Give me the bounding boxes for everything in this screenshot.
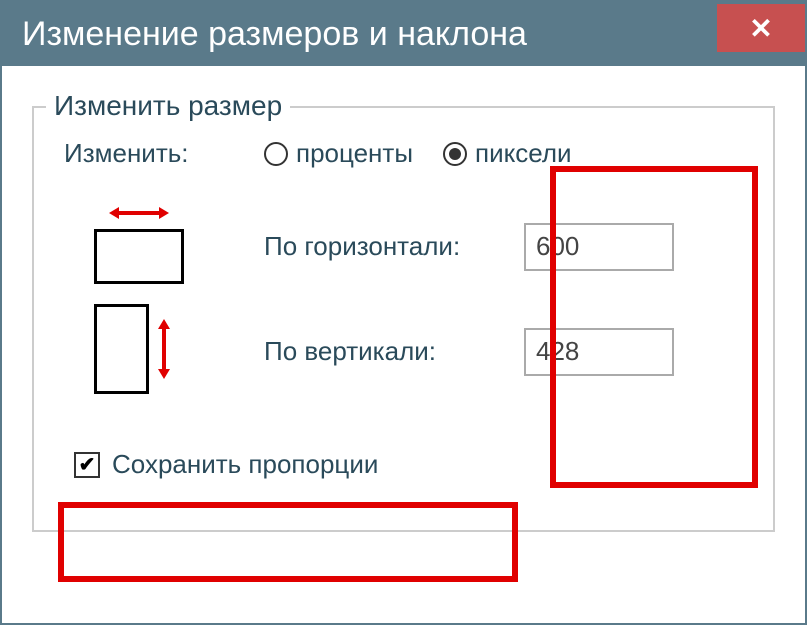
vertical-label: По вертикали: xyxy=(264,336,524,367)
unit-radio-group: проценты пиксели xyxy=(264,138,572,169)
horizontal-arrow-icon xyxy=(109,205,169,221)
vertical-icon-col xyxy=(64,304,264,399)
vertical-row: По вертикали: xyxy=(64,304,743,399)
keep-aspect-checkbox[interactable]: ✔ xyxy=(74,452,100,478)
radio-pixels[interactable]: пиксели xyxy=(443,138,572,169)
radio-pixels-label: пиксели xyxy=(475,138,572,169)
keep-aspect-row[interactable]: ✔ Сохранить пропорции xyxy=(64,439,743,490)
close-icon: ✕ xyxy=(749,12,772,45)
resize-legend: Изменить размер xyxy=(46,90,290,122)
radio-percent[interactable]: проценты xyxy=(264,138,413,169)
resize-fieldset: Изменить размер Изменить: проценты пиксе… xyxy=(32,106,775,532)
units-row: Изменить: проценты пиксели xyxy=(64,138,743,169)
horizontal-label: По горизонтали: xyxy=(264,231,524,262)
radio-icon xyxy=(264,142,288,166)
radio-percent-label: проценты xyxy=(296,138,413,169)
change-label: Изменить: xyxy=(64,138,264,169)
titlebar: Изменение размеров и наклона ✕ xyxy=(2,2,805,66)
horizontal-input[interactable] xyxy=(524,223,674,271)
vertical-rect-icon xyxy=(94,304,149,394)
vertical-input[interactable] xyxy=(524,328,674,376)
horizontal-row: По горизонтали: xyxy=(64,209,743,284)
radio-icon xyxy=(443,142,467,166)
vertical-arrow-icon xyxy=(156,319,172,379)
keep-aspect-label: Сохранить пропорции xyxy=(112,449,378,480)
horizontal-icon-col xyxy=(64,209,264,284)
horizontal-icon xyxy=(94,209,184,284)
close-button[interactable]: ✕ xyxy=(717,4,805,52)
dialog-content: Изменить размер Изменить: проценты пиксе… xyxy=(2,66,805,562)
horizontal-rect-icon xyxy=(94,229,184,284)
resize-skew-dialog: Изменение размеров и наклона ✕ Изменить … xyxy=(0,0,807,625)
vertical-icon xyxy=(94,304,184,399)
dialog-title: Изменение размеров и наклона xyxy=(22,15,527,54)
